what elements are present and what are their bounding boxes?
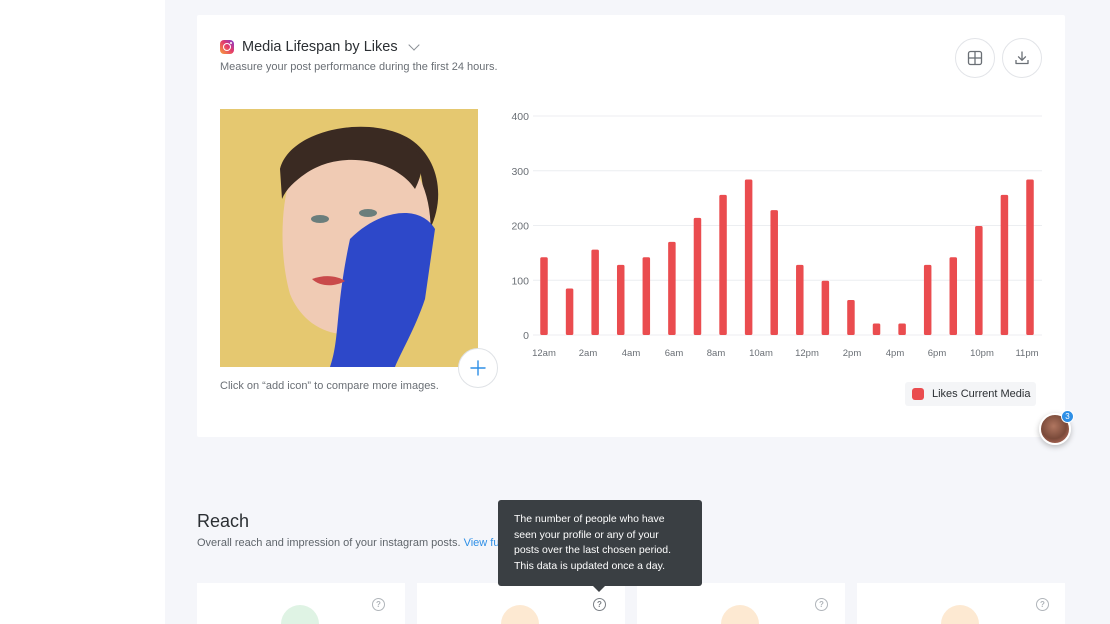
x-tick-label: 2pm [843,348,862,359]
tooltip-arrow [593,586,605,592]
x-tick-label: 12am [532,348,556,359]
x-tick-label: 2am [579,348,598,359]
chart-bar[interactable] [847,299,855,335]
reach-subtitle: Overall reach and impression of your ins… [197,537,499,549]
legend-swatch [912,388,924,400]
chart-bar[interactable] [770,210,778,335]
chart-bar[interactable] [719,194,727,335]
metric-card-3: ? [637,583,845,624]
likes-bar-chart: 0 100 200 300 400 12am 2am 4am 6am 8am 10am 12pm 2pm… [511,111,1042,359]
tooltip-line: This data is updated once a day. [514,559,665,572]
chart-bar[interactable] [949,257,958,335]
help-icon[interactable]: ? [815,598,828,611]
x-tick-label: 12pm [795,348,819,359]
notification-badge: 3 [1061,410,1074,423]
help-icon[interactable]: ? [1036,598,1049,611]
tooltip-line: The number of people who have [514,513,665,525]
x-tick-label: 10pm [970,348,994,359]
reach-subtitle-text: Overall reach and impression of your ins… [197,537,461,549]
chart-bar[interactable] [616,264,625,335]
metric-card-1: ? [197,583,405,624]
chart-bar[interactable] [693,217,702,335]
x-tick-label: 6am [665,348,684,359]
chart-bar[interactable] [1026,179,1034,335]
x-tick-label: 6pm [928,348,947,359]
x-tick-label: 10am [749,348,773,359]
chart-bar[interactable] [821,280,830,335]
y-tick-label: 300 [511,166,529,178]
x-tick-label: 4pm [886,348,905,359]
metric-card-4: ? [857,583,1065,624]
help-icon[interactable]: ? [593,598,606,611]
x-tick-label: 11pm [1015,348,1038,359]
chart-bar[interactable] [975,226,983,335]
metric-icon [281,605,319,624]
chart-bar[interactable] [796,264,804,335]
chart-bar[interactable] [923,264,932,335]
y-tick-label: 200 [511,221,529,233]
chart-bar[interactable] [1000,194,1009,335]
reach-icon [941,605,979,624]
left-sidebar [0,0,165,624]
reach-icon [721,605,759,624]
chart-bar[interactable] [565,288,574,335]
chart-bar[interactable] [540,257,548,335]
legend-label: Likes Current Media [932,388,1031,400]
x-tick-label: 4am [622,348,641,359]
media-lifespan-card: Media Lifespan by Likes Measure your pos… [197,15,1065,437]
reach-icon [501,605,539,624]
chart-bar[interactable] [591,249,599,335]
y-tick-label: 100 [511,275,529,287]
tooltip-line: seen your profile or any of your [514,528,659,541]
x-tick-label: 8am [707,348,726,359]
tooltip-line: posts over the last chosen period. [514,544,672,556]
y-tick-label: 0 [523,330,529,342]
view-full-link[interactable]: View fu [464,537,500,549]
help-icon[interactable]: ? [372,598,385,611]
y-tick-label: 400 [511,111,529,123]
chart-bar[interactable] [642,257,651,335]
chart-bar[interactable] [668,241,676,335]
chart-bar[interactable] [872,323,881,335]
chart-bar[interactable] [744,179,753,335]
reach-title: Reach [197,511,250,531]
chart-legend[interactable]: Likes Current Media [905,382,1037,406]
reach-tooltip: The number of people who have seen your … [498,500,702,586]
chart-bar[interactable] [898,323,906,335]
